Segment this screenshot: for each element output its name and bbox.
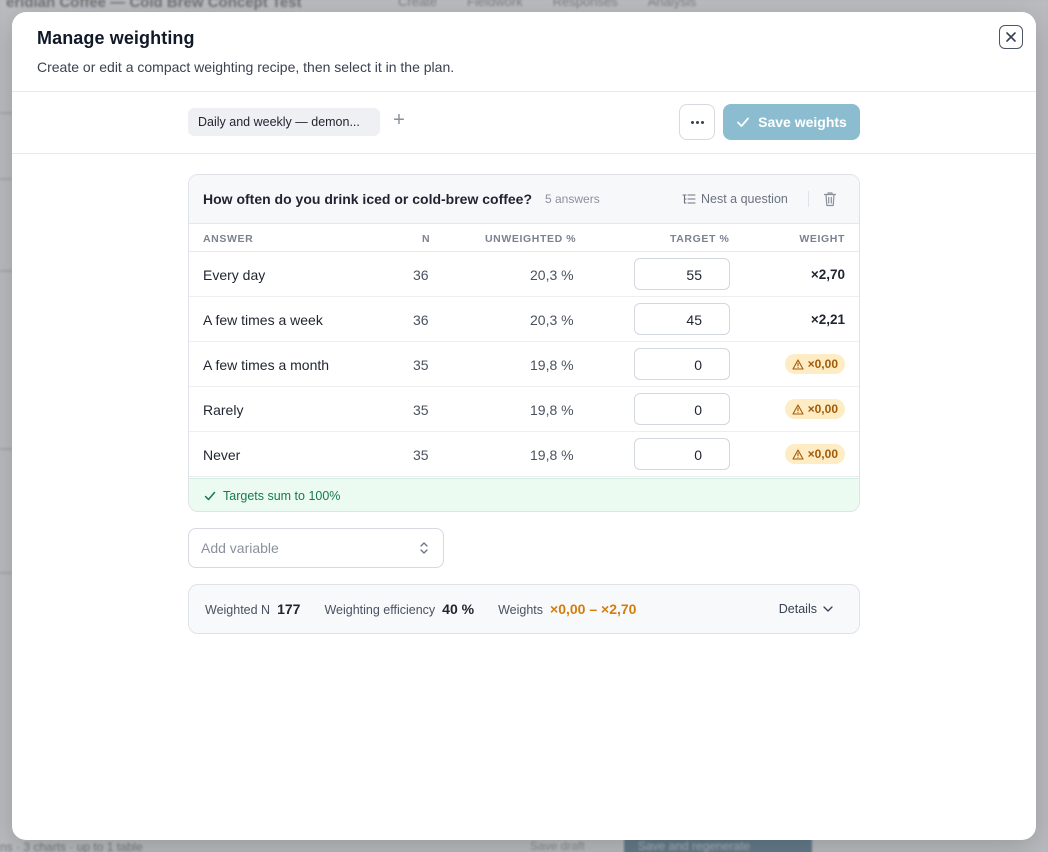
add-variable-placeholder: Add variable: [201, 540, 279, 556]
col-weight: WEIGHT: [799, 233, 845, 245]
col-answer: ANSWER: [203, 233, 254, 245]
weight-value: ×0,00: [807, 402, 838, 416]
table-row: A few times a week 36 20,3 % 45 ×2,21: [189, 297, 859, 342]
warning-icon: [792, 358, 804, 370]
answer-label: A few times a week: [203, 312, 323, 328]
unweighted-value: 19,8 %: [530, 402, 574, 418]
warning-icon: [792, 448, 804, 460]
target-input[interactable]: 0: [634, 438, 730, 470]
modal-subtitle: Create or edit a compact weighting recip…: [37, 59, 455, 75]
manage-weighting-modal: Manage weighting Create or edit a compac…: [12, 12, 1036, 840]
answer-count: 5 answers: [545, 192, 600, 206]
question-title: How often do you drink iced or cold-brew…: [203, 191, 533, 207]
save-weights-label: Save weights: [758, 114, 847, 130]
col-target: TARGET %: [670, 233, 730, 245]
n-value: 35: [413, 447, 429, 463]
weights-label: Weights: [498, 603, 544, 617]
check-icon: [737, 117, 750, 127]
details-toggle[interactable]: Details: [779, 602, 833, 616]
recipe-tab[interactable]: Daily and weekly — demon...: [188, 108, 380, 136]
modal-header: Manage weighting Create or edit a compac…: [12, 12, 1036, 92]
targets-sum-status: Targets sum to 100%: [189, 478, 859, 511]
weighted-n-value: 177: [277, 601, 301, 617]
unweighted-value: 20,3 %: [530, 312, 574, 328]
nest-question-button[interactable]: Nest a question: [682, 192, 788, 206]
weight-value: ×2,70: [810, 267, 845, 282]
efficiency-value: 40 %: [442, 601, 475, 617]
answer-label: Rarely: [203, 402, 244, 418]
close-icon: [1006, 32, 1016, 42]
warning-icon: [792, 403, 804, 415]
chevron-up-down-icon: [420, 542, 428, 554]
target-input[interactable]: 55: [634, 258, 730, 290]
trash-icon: [823, 192, 837, 207]
targets-sum-message: Targets sum to 100%: [223, 489, 341, 503]
header-divider: [808, 191, 809, 207]
weight-value: ×0,00: [807, 447, 838, 461]
nest-question-label: Nest a question: [701, 192, 788, 206]
efficiency-stat: Weighting efficiency 40 %: [324, 601, 474, 617]
weight-warning-badge: ×0,00: [784, 354, 845, 374]
n-value: 36: [413, 267, 429, 283]
table-row: Never 35 19,8 % 0 ×0,00: [189, 432, 859, 477]
add-recipe-button[interactable]: +: [389, 110, 409, 132]
delete-question-button[interactable]: [823, 191, 837, 212]
col-unweighted: UNWEIGHTED %: [485, 233, 577, 245]
save-weights-button[interactable]: Save weights: [723, 104, 860, 140]
nest-icon: [682, 194, 696, 204]
col-n: N: [422, 233, 431, 245]
efficiency-label: Weighting efficiency: [324, 603, 436, 617]
chevron-down-icon: [823, 606, 833, 612]
weighted-n-stat: Weighted N 177: [205, 601, 300, 617]
table-row: Rarely 35 19,8 % 0 ×0,00: [189, 387, 859, 432]
unweighted-value: 20,3 %: [530, 267, 574, 283]
details-label: Details: [778, 602, 817, 616]
answer-label: A few times a month: [203, 357, 330, 373]
weight-value: ×0,00: [807, 357, 838, 371]
weighting-summary: Weighted N 177 Weighting efficiency 40 %…: [188, 584, 860, 634]
n-value: 36: [413, 312, 429, 328]
more-horizontal-icon: [690, 120, 704, 124]
unweighted-value: 19,8 %: [530, 447, 574, 463]
target-input[interactable]: 45: [634, 303, 730, 335]
table-header: ANSWER N UNWEIGHTED % TARGET % WEIGHT: [189, 224, 859, 252]
question-card: How often do you drink iced or cold-brew…: [188, 174, 860, 512]
recipe-toolbar: Daily and weekly — demon... + Save weigh…: [12, 92, 1036, 154]
weight-value: ×2,21: [810, 312, 845, 327]
check-icon: [204, 491, 216, 501]
close-button[interactable]: [999, 25, 1023, 49]
table-row: Every day 36 20,3 % 55 ×2,70: [189, 252, 859, 297]
weights-range-value: ×0,00 – ×2,70: [550, 601, 637, 617]
target-input[interactable]: 0: [634, 348, 730, 380]
weights-range-stat: Weights ×0,00 – ×2,70: [498, 601, 636, 617]
modal-title: Manage weighting: [37, 28, 195, 48]
n-value: 35: [413, 357, 429, 373]
table-row: A few times a month 35 19,8 % 0 ×0,00: [189, 342, 859, 387]
target-input[interactable]: 0: [634, 393, 730, 425]
unweighted-value: 19,8 %: [530, 357, 574, 373]
more-options-button[interactable]: [679, 104, 715, 140]
weighted-n-label: Weighted N: [205, 603, 271, 617]
question-header: How often do you drink iced or cold-brew…: [189, 175, 859, 224]
weight-warning-badge: ×0,00: [784, 444, 845, 464]
weight-warning-badge: ×0,00: [784, 399, 845, 419]
n-value: 35: [413, 402, 429, 418]
answer-label: Every day: [203, 267, 266, 283]
answer-label: Never: [203, 447, 241, 463]
add-variable-select[interactable]: Add variable: [188, 528, 444, 568]
